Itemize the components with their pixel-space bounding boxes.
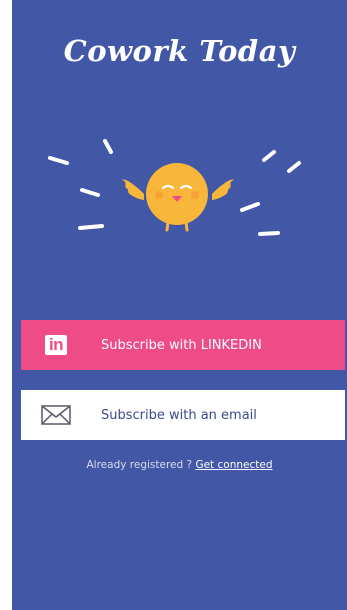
sparkle-lines-right	[240, 150, 301, 236]
subscribe-email-button[interactable]: Subscribe with an email	[21, 390, 345, 440]
get-connected-link[interactable]: Get connected	[195, 459, 272, 471]
linkedin-icon: in	[21, 320, 91, 370]
app-screen: Cowork Today in Subscribe with LINKEDIN …	[12, 0, 347, 610]
envelope-icon	[21, 390, 91, 440]
subscribe-linkedin-label: Subscribe with LINKEDIN	[101, 337, 262, 353]
right-wing	[212, 179, 234, 200]
app-logo-title: Cowork Today	[63, 34, 296, 68]
login-prompt-text: Already registered ?	[86, 459, 193, 471]
subscribe-linkedin-button[interactable]: in Subscribe with LINKEDIN	[21, 320, 345, 370]
left-wing	[122, 179, 144, 200]
sparkle-lines-left	[48, 139, 113, 230]
bird-mascot-illustration	[48, 139, 301, 236]
login-prompt-line: Already registered ? Get connected	[12, 459, 347, 471]
subscribe-email-label: Subscribe with an email	[101, 407, 257, 423]
